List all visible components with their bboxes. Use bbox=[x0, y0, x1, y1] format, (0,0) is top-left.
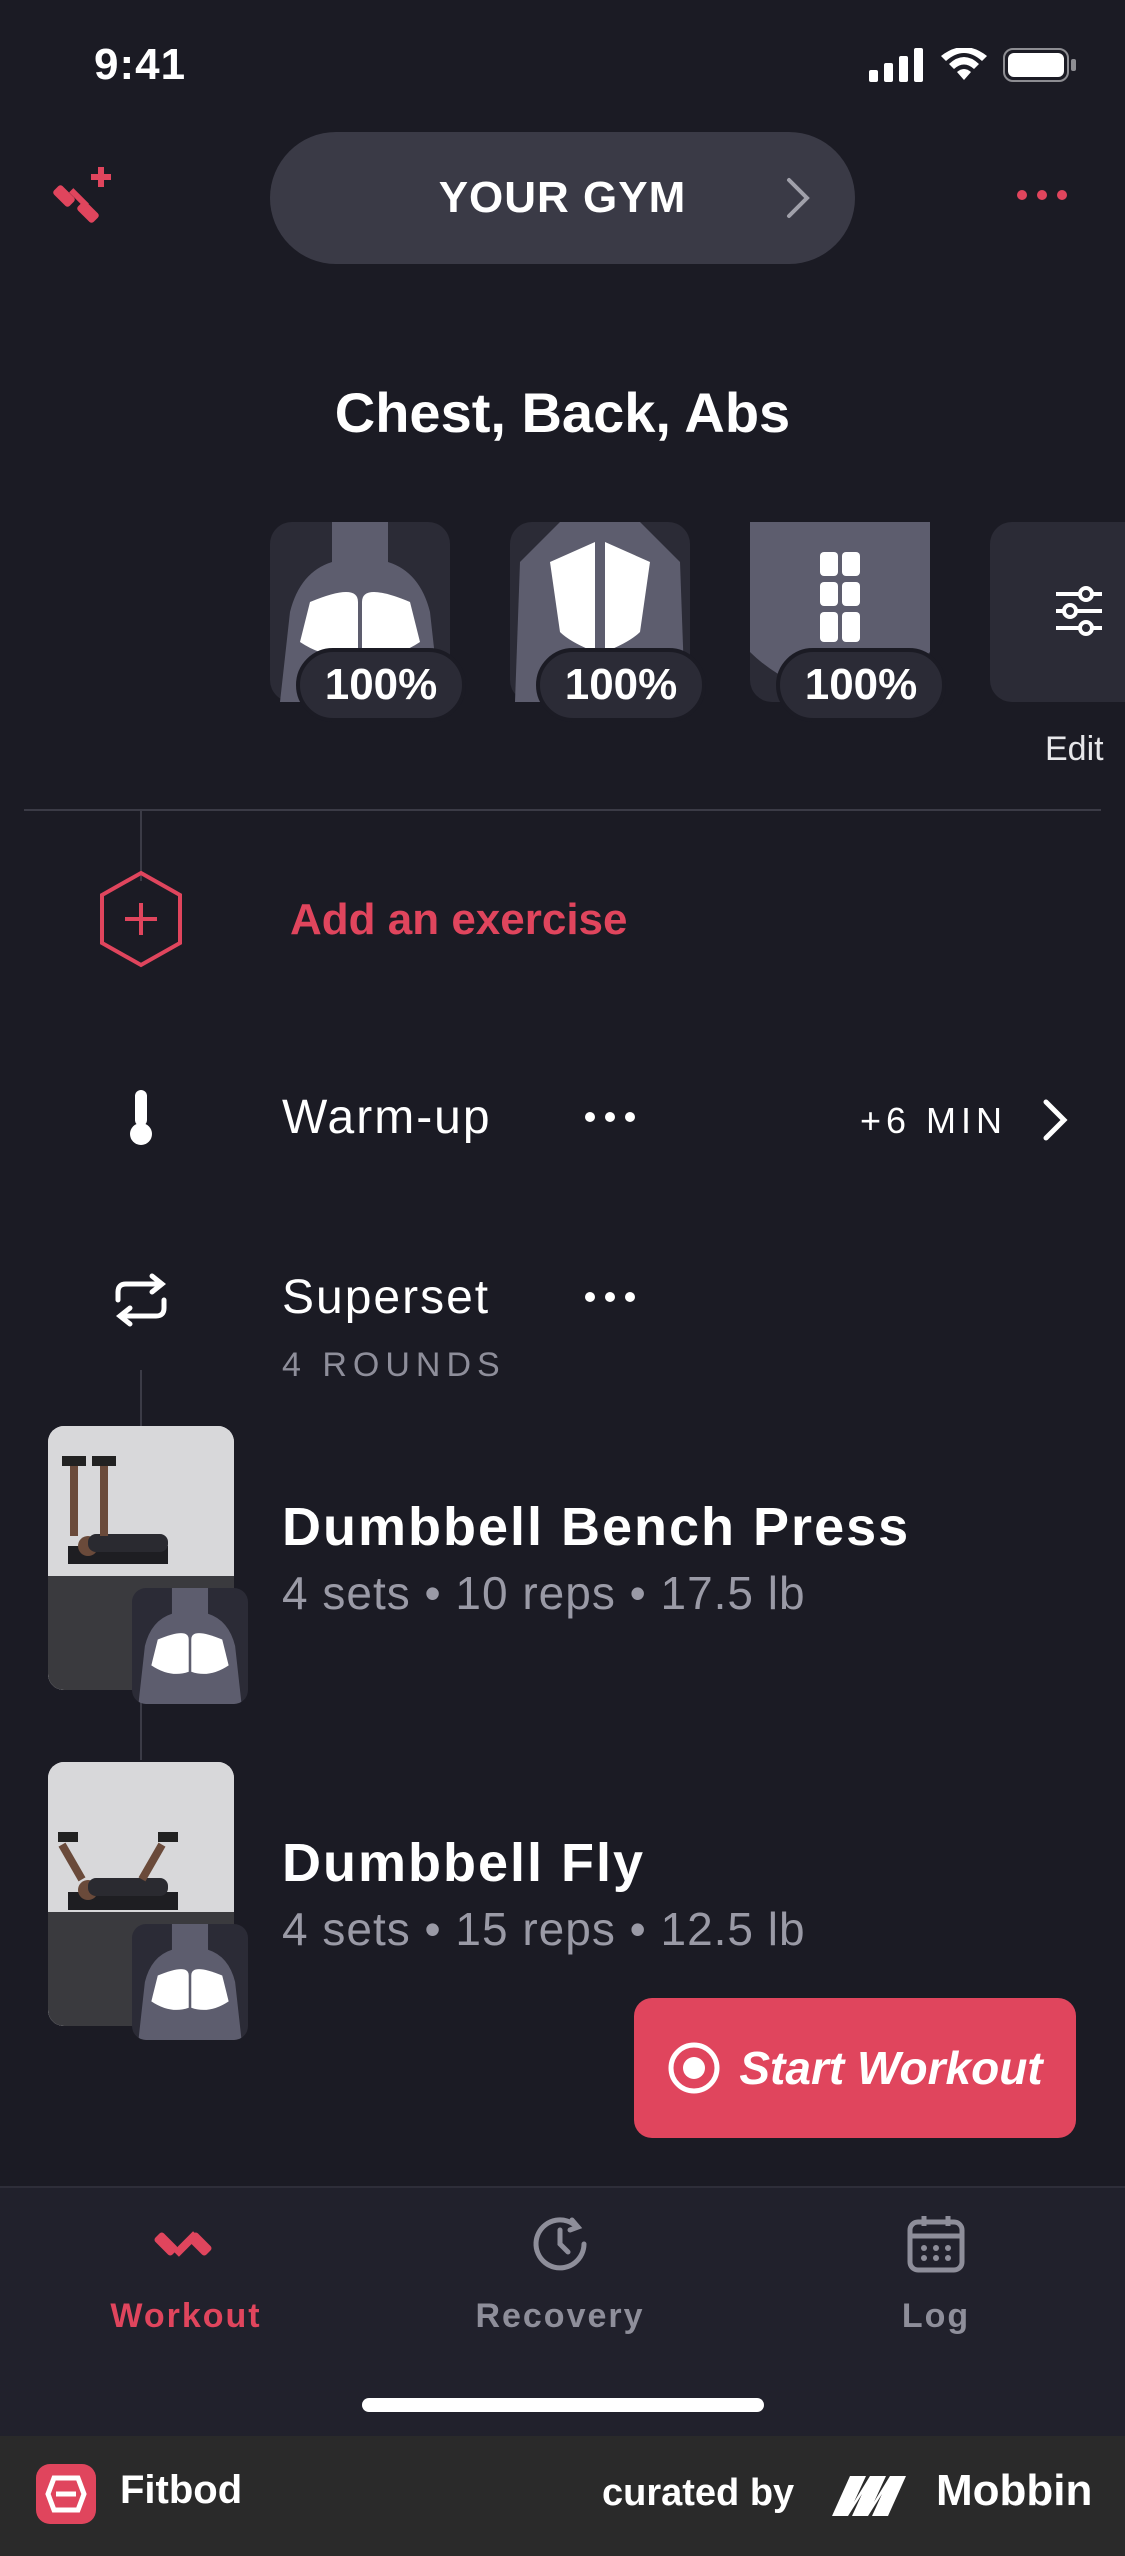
gym-selector[interactable]: YOUR GYM bbox=[270, 132, 855, 264]
tab-workout[interactable]: Workout bbox=[56, 2212, 316, 2336]
tab-label: Workout bbox=[110, 2297, 262, 2335]
superset-label[interactable]: Superset bbox=[282, 1270, 490, 1325]
warmup-duration: +6 MIN bbox=[859, 1100, 1007, 1141]
add-equipment-icon[interactable] bbox=[52, 165, 116, 234]
recovery-clock-icon bbox=[533, 2217, 587, 2271]
muscle-recovery-badge: 100% bbox=[776, 648, 946, 722]
thermometer-icon bbox=[126, 1090, 156, 1151]
home-indicator bbox=[362, 2398, 764, 2412]
tab-label: Log bbox=[901, 2297, 971, 2335]
chest-muscle-icon bbox=[132, 1588, 248, 1704]
footer-app-name: Fitbod bbox=[120, 2468, 243, 2512]
chevron-right-icon bbox=[787, 178, 810, 218]
muscle-recovery-badge: 100% bbox=[536, 648, 706, 722]
more-options-icon[interactable] bbox=[1017, 190, 1067, 200]
mobbin-brand: Mobbin bbox=[936, 2466, 1093, 2515]
start-workout-label: Start Workout bbox=[739, 2042, 1043, 2094]
tab-recovery[interactable]: Recovery bbox=[430, 2212, 690, 2336]
footer-bar: Fitbod curated by Mobbin bbox=[0, 2436, 1125, 2556]
workout-title: Chest, Back, Abs bbox=[334, 381, 791, 444]
signal-icon bbox=[869, 48, 923, 82]
muscle-card-back[interactable]: 100% bbox=[510, 522, 706, 722]
add-exercise-button[interactable]: Add an exercise bbox=[290, 895, 628, 945]
status-time: 9:41 bbox=[94, 40, 187, 89]
muscle-card-abs[interactable]: 100% bbox=[750, 522, 946, 722]
gym-label: YOUR GYM bbox=[438, 173, 687, 222]
exercise-name[interactable]: Dumbbell Fly bbox=[282, 1832, 645, 1894]
edit-muscles-button[interactable] bbox=[990, 522, 1125, 702]
sliders-icon bbox=[1056, 586, 1102, 636]
muscle-recovery-badge: 100% bbox=[296, 648, 466, 722]
chest-muscle-icon bbox=[132, 1924, 248, 2040]
calendar-icon bbox=[907, 2216, 965, 2273]
superset-rounds: 4 ROUNDS bbox=[282, 1346, 506, 1384]
divider bbox=[24, 809, 1101, 811]
battery-icon bbox=[1003, 48, 1076, 82]
add-exercise-icon[interactable] bbox=[98, 870, 184, 973]
warmup-more-icon[interactable] bbox=[585, 1112, 635, 1122]
chevron-right-icon[interactable] bbox=[1042, 1098, 1068, 1147]
record-icon bbox=[668, 2042, 720, 2094]
curated-by-text: curated by bbox=[602, 2472, 795, 2514]
muscle-card-chest[interactable]: 100% bbox=[270, 522, 466, 722]
superset-more-icon[interactable] bbox=[585, 1292, 635, 1302]
fitbod-logo-icon bbox=[36, 2464, 96, 2524]
dumbbell-icon bbox=[154, 2231, 212, 2257]
start-workout-button[interactable]: Start Workout bbox=[634, 1998, 1076, 2138]
exercise-detail: 4 sets • 15 reps • 12.5 lb bbox=[282, 1903, 806, 1955]
edit-label: Edit bbox=[1045, 730, 1104, 768]
status-icons bbox=[869, 48, 1077, 82]
exercise-name[interactable]: Dumbbell Bench Press bbox=[282, 1496, 910, 1558]
wifi-icon bbox=[941, 48, 987, 80]
tab-label: Recovery bbox=[475, 2297, 645, 2335]
superset-repeat-icon bbox=[112, 1272, 170, 1333]
tab-log[interactable]: Log bbox=[806, 2212, 1066, 2336]
mobbin-logo-icon bbox=[832, 2476, 906, 2516]
exercise-detail: 4 sets • 10 reps • 17.5 lb bbox=[282, 1567, 806, 1619]
warmup-label[interactable]: Warm-up bbox=[282, 1090, 492, 1145]
